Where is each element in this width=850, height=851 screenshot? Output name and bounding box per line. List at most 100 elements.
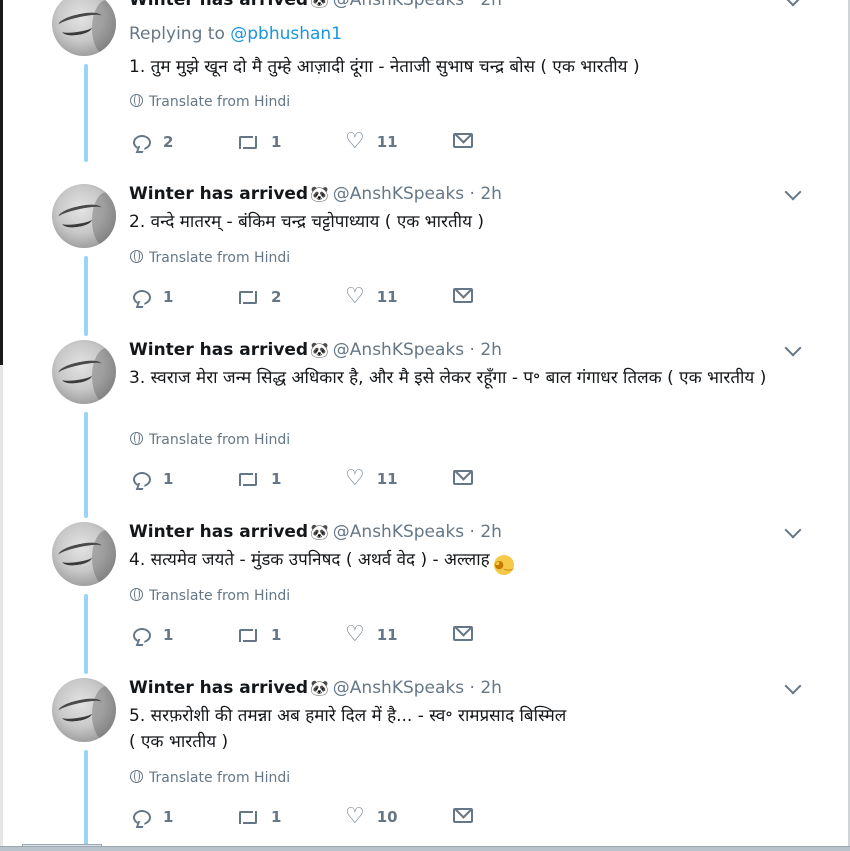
mail-icon (453, 626, 473, 641)
like-button[interactable]: ♡ 11 (345, 622, 398, 647)
reply-count: 1 (163, 626, 174, 644)
retweet-icon (237, 809, 259, 825)
translate-link[interactable]: Translate from Hindi (130, 770, 290, 786)
retweet-count: 1 (271, 470, 282, 488)
tweet-text: 5. सरफ़रोशी की तमन्ना अब हमारे दिल में ह… (129, 706, 567, 752)
panda-emoji-icon: 🐼 (310, 341, 329, 359)
avatar[interactable] (52, 184, 116, 248)
tweet[interactable]: Winter has arrived 🐼 @AnshKSpeaks · 2h Rep… (0, 0, 850, 162)
separator-dot: · (469, 678, 475, 698)
heart-icon: ♡ (345, 129, 365, 154)
avatar[interactable] (52, 678, 116, 742)
chevron-down-icon[interactable] (784, 339, 802, 357)
direct-message-button[interactable] (453, 808, 473, 823)
thread-line (84, 256, 88, 336)
reply-button[interactable]: 2 (133, 133, 173, 151)
tweet-header: Winter has arrived 🐼 @AnshKSpeaks · 2h (129, 521, 502, 543)
like-count: 10 (376, 808, 398, 826)
reply-count: 1 (163, 808, 174, 826)
reply-button[interactable]: 1 (133, 288, 173, 306)
thread-line (84, 412, 88, 518)
tweet-header: Winter has arrived 🐼 @AnshKSpeaks · 2h (129, 0, 502, 11)
chevron-down-icon[interactable] (784, 521, 802, 539)
retweet-button[interactable]: 2 (237, 288, 281, 306)
like-count: 11 (376, 470, 398, 488)
display-name[interactable]: Winter has arrived (129, 184, 308, 204)
translate-link[interactable]: Translate from Hindi (130, 250, 290, 266)
heart-icon: ♡ (345, 622, 365, 647)
separator-dot: · (469, 340, 475, 360)
tweet-text: 3. स्वराज मेरा जन्म सिद्ध अधिकार है, और … (129, 368, 767, 388)
display-name[interactable]: Winter has arrived (129, 340, 308, 360)
translate-label: Translate from Hindi (149, 770, 291, 786)
avatar[interactable] (52, 340, 116, 404)
user-handle[interactable]: @AnshKSpeaks (333, 340, 464, 360)
replying-to: Replying to @pbhushan1 (129, 24, 342, 44)
timestamp[interactable]: 2h (480, 678, 502, 698)
avatar[interactable] (52, 0, 116, 56)
direct-message-button[interactable] (453, 626, 473, 641)
tweet[interactable]: Winter has arrived 🐼 @AnshKSpeaks · 2h 3. … (0, 328, 850, 518)
reply-icon (133, 289, 151, 305)
translate-label: Translate from Hindi (149, 94, 291, 110)
timestamp[interactable]: 2h (480, 0, 502, 10)
retweet-count: 1 (271, 133, 282, 151)
mail-icon (453, 470, 473, 485)
heart-icon: ♡ (345, 804, 365, 829)
chevron-down-icon[interactable] (784, 183, 802, 201)
retweet-icon (237, 471, 259, 487)
avatar[interactable] (52, 522, 116, 586)
user-handle[interactable]: @AnshKSpeaks (333, 184, 464, 204)
direct-message-button[interactable] (453, 470, 473, 485)
chevron-down-icon[interactable] (784, 677, 802, 695)
user-handle[interactable]: @AnshKSpeaks (333, 678, 464, 698)
translate-link[interactable]: Translate from Hindi (130, 94, 290, 110)
reply-button[interactable]: 1 (133, 626, 173, 644)
like-button[interactable]: ♡ 11 (345, 466, 398, 491)
mention-link[interactable]: @pbhushan1 (230, 24, 342, 44)
retweet-button[interactable]: 1 (237, 470, 281, 488)
translate-link[interactable]: Translate from Hindi (130, 432, 290, 448)
tweet[interactable]: Winter has arrived 🐼 @AnshKSpeaks · 2h 5. … (0, 666, 850, 848)
globe-icon (130, 94, 143, 107)
reply-icon (133, 627, 151, 643)
display-name[interactable]: Winter has arrived (129, 678, 308, 698)
separator-dot: · (469, 522, 475, 542)
retweet-button[interactable]: 1 (237, 808, 281, 826)
timestamp[interactable]: 2h (480, 340, 502, 360)
reply-icon (133, 471, 151, 487)
retweet-icon (237, 134, 259, 150)
retweet-button[interactable]: 1 (237, 626, 281, 644)
direct-message-button[interactable] (453, 133, 473, 148)
retweet-button[interactable]: 1 (237, 133, 281, 151)
tweet-text: 4. सत्यमेव जयते - मुंडक उपनिषद ( अथर्व व… (129, 550, 490, 570)
chevron-down-icon[interactable] (784, 0, 802, 7)
tweet[interactable]: Winter has arrived 🐼 @AnshKSpeaks · 2h 4. … (0, 510, 850, 674)
reply-count: 1 (163, 288, 174, 306)
tweet-header: Winter has arrived 🐼 @AnshKSpeaks · 2h (129, 183, 502, 205)
display-name[interactable]: Winter has arrived (129, 0, 308, 10)
panda-emoji-icon: 🐼 (310, 523, 329, 541)
timestamp[interactable]: 2h (480, 184, 502, 204)
like-button[interactable]: ♡ 10 (345, 804, 398, 829)
panda-emoji-icon: 🐼 (310, 185, 329, 203)
translate-link[interactable]: Translate from Hindi (130, 588, 290, 604)
reply-button[interactable]: 1 (133, 470, 173, 488)
tweet-text-container: 4. सत्यमेव जयते - मुंडक उपनिषद ( अथर्व व… (129, 547, 809, 575)
globe-icon (130, 770, 143, 783)
retweet-count: 2 (271, 288, 282, 306)
reply-button[interactable]: 1 (133, 808, 173, 826)
display-name[interactable]: Winter has arrived (129, 522, 308, 542)
tweet-header: Winter has arrived 🐼 @AnshKSpeaks · 2h (129, 339, 502, 361)
reply-icon (133, 809, 151, 825)
tweet[interactable]: Winter has arrived 🐼 @AnshKSpeaks · 2h 2. … (0, 172, 850, 336)
direct-message-button[interactable] (453, 288, 473, 303)
like-button[interactable]: ♡ 11 (345, 284, 398, 309)
user-handle[interactable]: @AnshKSpeaks (333, 522, 464, 542)
user-handle[interactable]: @AnshKSpeaks (333, 0, 464, 10)
heart-icon: ♡ (345, 284, 365, 309)
timestamp[interactable]: 2h (480, 522, 502, 542)
like-button[interactable]: ♡ 11 (345, 129, 398, 154)
reply-icon (133, 134, 151, 150)
heart-icon: ♡ (345, 466, 365, 491)
